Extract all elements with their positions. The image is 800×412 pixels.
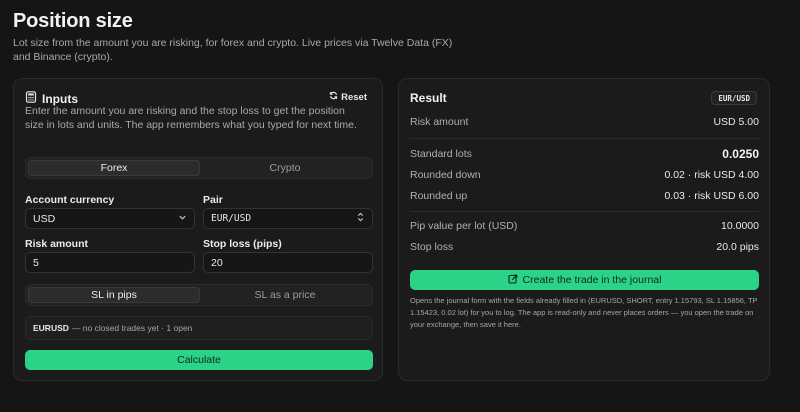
divider (410, 211, 759, 212)
stop-loss-input[interactable]: 20 (203, 252, 373, 273)
pair-value: EUR/USD (211, 213, 252, 224)
standard-lots-value: 0.0250 (722, 147, 759, 161)
external-link-icon (507, 274, 518, 287)
risk-amount-label: Risk amount (25, 238, 89, 250)
risk-amount-row: Risk amount USD 5.00 (410, 116, 759, 128)
result-panel: Result EUR/USD Risk amount USD 5.00 Stan… (398, 78, 770, 381)
tab-sl-as-price[interactable]: SL as a price (200, 287, 370, 303)
inputs-panel: Inputs Reset Enter the amount you are ri… (13, 78, 383, 381)
up-down-chevron-icon (356, 212, 365, 225)
pair-status-hint: EURUSD — no closed trades yet · 1 open (25, 316, 373, 340)
account-currency-label: Account currency (25, 194, 115, 206)
stop-loss-result: 20.0 pips (716, 241, 759, 253)
account-currency-value: USD (33, 212, 56, 225)
journal-note: Opens the journal form with the fields a… (410, 296, 758, 329)
page-title: Position size (13, 10, 133, 32)
pair-label: Pair (203, 194, 223, 206)
create-journal-trade-button[interactable]: Create the trade in the journal (410, 270, 759, 290)
rounded-up-key: Rounded up (410, 190, 468, 202)
calculate-button[interactable]: Calculate (25, 350, 373, 370)
tab-sl-in-pips[interactable]: SL in pips (28, 287, 200, 303)
stop-loss-row: Stop loss 20.0 pips (410, 241, 759, 253)
standard-lots-row: Standard lots 0.0250 (410, 147, 759, 161)
reset-button[interactable]: Reset (329, 91, 367, 103)
risk-amount-value: 5 (33, 256, 39, 269)
rounded-down-value: 0.02 · risk USD 4.00 (664, 169, 759, 181)
risk-amount-input[interactable]: 5 (25, 252, 195, 273)
reset-label: Reset (341, 91, 367, 103)
risk-amount-key: Risk amount (410, 116, 469, 128)
pip-value-value: 10.0000 (721, 220, 759, 232)
tab-crypto[interactable]: Crypto (200, 160, 370, 176)
pair-badge: EUR/USD (711, 91, 757, 105)
hint-symbol: EURUSD (33, 323, 69, 333)
inputs-description: Enter the amount you are risking and the… (25, 105, 357, 131)
stop-loss-key: Stop loss (410, 241, 454, 253)
result-title: Result (410, 91, 447, 105)
sl-mode-selector: SL in pips SL as a price (25, 284, 373, 306)
stop-loss-value: 20 (211, 256, 223, 269)
stop-loss-label: Stop loss (pips) (203, 238, 282, 250)
account-currency-select[interactable]: USD (25, 208, 195, 229)
tab-forex[interactable]: Forex (28, 160, 200, 176)
inputs-title: Inputs (42, 92, 78, 106)
rounded-up-value: 0.03 · risk USD 6.00 (664, 190, 759, 202)
divider (410, 138, 759, 139)
standard-lots-key: Standard lots (410, 148, 472, 160)
risk-amount-result: USD 5.00 (713, 116, 759, 128)
rounded-down-row: Rounded down 0.02 · risk USD 4.00 (410, 169, 759, 181)
chevron-down-icon (178, 213, 187, 225)
pip-value-key: Pip value per lot (USD) (410, 220, 518, 232)
rounded-up-row: Rounded up 0.03 · risk USD 6.00 (410, 190, 759, 202)
pip-value-row: Pip value per lot (USD) 10.0000 (410, 220, 759, 232)
market-selector: Forex Crypto (25, 157, 373, 179)
refresh-icon (329, 91, 338, 103)
page-subtitle: Lot size from the amount you are risking… (13, 37, 453, 63)
journal-button-label: Create the trade in the journal (522, 274, 662, 286)
hint-text: — no closed trades yet · 1 open (71, 323, 193, 333)
pair-select[interactable]: EUR/USD (203, 208, 373, 229)
rounded-down-key: Rounded down (410, 169, 481, 181)
